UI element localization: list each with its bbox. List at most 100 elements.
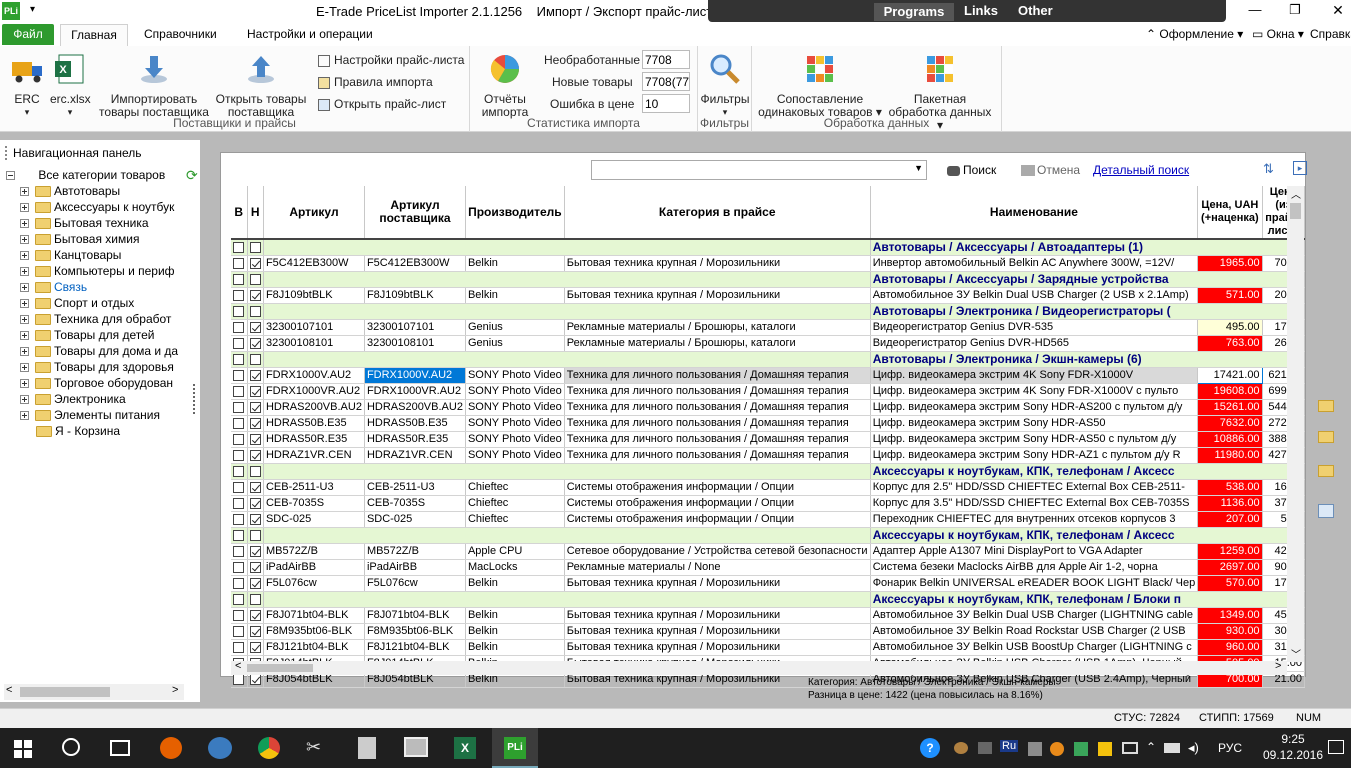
row-check-v[interactable] — [231, 255, 248, 272]
tray-orange-icon[interactable] — [1050, 742, 1064, 756]
expand-icon[interactable] — [20, 203, 29, 213]
cell-manufacturer[interactable]: SONY Photo Video — [465, 415, 565, 432]
cell-category[interactable]: Системы отображения информации / Опции — [564, 479, 871, 496]
overlay-tab-programs[interactable]: Programs — [874, 3, 954, 21]
cell-name[interactable]: Цифр. видеокамера экстрим Sony HDR-AS50 — [870, 415, 1199, 432]
pricelist-settings-button[interactable]: Настройки прайс-листа — [318, 53, 464, 67]
col-header-n[interactable]: Н — [247, 186, 264, 240]
cell-manufacturer[interactable]: SONY Photo Video — [465, 431, 565, 448]
checkbox[interactable] — [249, 593, 261, 605]
filters-button[interactable]: Фильтры ▾ — [700, 52, 750, 119]
checkbox[interactable] — [233, 385, 245, 397]
cell-article[interactable]: F5L076cw — [263, 575, 365, 592]
language-indicator[interactable]: РУС — [1218, 741, 1242, 755]
cell-article[interactable]: HDRAS50R.E35 — [263, 431, 365, 448]
quick-access-menu-icon[interactable]: ▾ — [30, 4, 40, 16]
tray-volume-icon[interactable]: ◂) — [1188, 740, 1199, 756]
table-row[interactable]: CEB-7035S CEB-7035S Chieftec Системы отобра… — [231, 495, 1306, 512]
search-taskbar-icon[interactable] — [62, 738, 80, 756]
cell-category[interactable]: Бытовая техника крупная / Морозильники — [564, 575, 871, 592]
cell-price[interactable]: 1136.00 — [1197, 495, 1263, 512]
expand-icon[interactable] — [20, 363, 29, 373]
cell-supplier-article[interactable]: 32300107101 — [364, 319, 466, 336]
cell-price[interactable]: 930.00 — [1197, 623, 1263, 640]
checkbox[interactable] — [233, 241, 245, 253]
cell-name[interactable]: Цифр. видеокамера экстрим 4K Sony FDR-X1… — [870, 367, 1199, 384]
row-check-v[interactable] — [231, 415, 248, 432]
table-row[interactable]: FDRX1000VR.AU2 FDRX1000VR.AU2 SONY Photo V… — [231, 383, 1306, 400]
cell-price[interactable]: 10886.00 — [1197, 431, 1263, 448]
expand-icon[interactable] — [20, 299, 29, 309]
tree-item[interactable]: Аксессуары к ноутбук — [6, 200, 174, 216]
tray-drive-icon[interactable] — [1098, 742, 1112, 756]
tree-item[interactable]: Бытовая техника — [6, 216, 149, 232]
checkbox[interactable] — [249, 497, 261, 509]
row-check-v[interactable] — [231, 319, 248, 336]
folder-edit-icon[interactable] — [1318, 465, 1334, 477]
cell-manufacturer[interactable]: Chieftec — [465, 511, 565, 528]
checkbox[interactable] — [233, 513, 245, 525]
open-supplier-goods-button[interactable]: Открыть товары поставщика — [214, 52, 308, 119]
category-row[interactable]: Автотовары / Электроника / Видеорегистра… — [231, 303, 1306, 320]
row-check-n[interactable] — [247, 527, 264, 544]
cell-supplier-article[interactable]: HDRAZ1VR.CEN — [364, 447, 466, 464]
cell-name[interactable]: Переходник CHIEFTEC для внутренних отсек… — [870, 511, 1199, 528]
checkbox[interactable] — [233, 321, 245, 333]
cell-category[interactable]: Рекламные материалы / Брошюры, каталоги — [564, 335, 871, 352]
cell-article[interactable]: F8J109btBLK — [263, 287, 365, 304]
checkbox[interactable] — [233, 577, 245, 589]
cell-article[interactable]: F8M935bt06-BLK — [263, 623, 365, 640]
row-check-n[interactable] — [247, 543, 264, 560]
row-check-v[interactable] — [231, 511, 248, 528]
grid-hscrollbar[interactable]: < > — [231, 660, 1287, 675]
close-button[interactable]: ✕ — [1328, 2, 1348, 19]
category-row[interactable]: Аксессуары к ноутбукам, КПК, телефонам /… — [231, 527, 1306, 544]
checkbox[interactable] — [249, 561, 261, 573]
cell-category[interactable]: Бытовая техника крупная / Морозильники — [564, 287, 871, 304]
tab-file[interactable]: Файл — [2, 24, 54, 45]
clock-date[interactable]: 09.12.2016 — [1258, 748, 1328, 762]
export-grid-icon[interactable]: ▸ — [1293, 161, 1307, 175]
row-check-n[interactable] — [247, 319, 264, 336]
table-row[interactable]: F8J121bt04-BLK F8J121bt04-BLK Belkin Бытова… — [231, 639, 1306, 656]
tray-network-icon[interactable] — [1122, 742, 1138, 754]
expand-icon[interactable] — [20, 219, 29, 229]
open-pricelist-button[interactable]: Открыть прайс-лист — [318, 97, 446, 111]
category-row[interactable]: Автотовары / Аксессуары / Автоадаптеры (… — [231, 239, 1306, 256]
col-header-price[interactable]: Цена, UAH (+наценка) — [1197, 186, 1263, 240]
checkbox[interactable] — [233, 369, 245, 381]
table-row[interactable]: SDC-025 SDC-025 Chieftec Системы отображени… — [231, 511, 1306, 528]
col-header-article[interactable]: Артикул — [263, 186, 365, 240]
cell-name[interactable]: Автомобильное ЗУ Belkin Dual USB Charger… — [870, 607, 1199, 624]
tree-item[interactable]: Торговое оборудован — [6, 376, 173, 392]
row-check-n[interactable] — [247, 495, 264, 512]
refresh-icon[interactable]: ⟳ — [186, 168, 200, 182]
clock-time[interactable]: 9:25 — [1268, 732, 1318, 746]
row-check-v[interactable] — [231, 543, 248, 560]
cell-price[interactable]: 960.00 — [1197, 639, 1263, 656]
import-reports-button[interactable]: Отчёты импорта — [474, 52, 536, 119]
cell-category[interactable]: Техника для личного пользования / Домашн… — [564, 399, 871, 416]
checkbox[interactable] — [249, 545, 261, 557]
checkbox[interactable] — [249, 401, 261, 413]
cell-article[interactable]: CEB-7035S — [263, 495, 365, 512]
checkbox[interactable] — [233, 545, 245, 557]
cell-price[interactable]: 11980.00 — [1197, 447, 1263, 464]
tree-item[interactable]: Элементы питания — [6, 408, 160, 424]
checkbox[interactable] — [249, 641, 261, 653]
cell-price[interactable]: 570.00 — [1197, 575, 1263, 592]
cell-supplier-article[interactable]: HDRAS200VB.AU2 — [364, 399, 466, 416]
cell-category[interactable]: Бытовая техника крупная / Морозильники — [564, 607, 871, 624]
tab-settings[interactable]: Настройки и операции — [247, 27, 373, 41]
row-check-v[interactable] — [231, 239, 248, 256]
row-check-n[interactable] — [247, 335, 264, 352]
grid-vscrollbar[interactable]: ︿ ﹀ — [1287, 186, 1304, 662]
col-header-manufacturer[interactable]: Производитель — [465, 186, 565, 240]
cell-manufacturer[interactable]: SONY Photo Video — [465, 447, 565, 464]
row-check-v[interactable] — [231, 623, 248, 640]
cell-manufacturer[interactable]: Chieftec — [465, 479, 565, 496]
table-row[interactable]: 32300107101 32300107101 Genius Рекламные ма… — [231, 319, 1306, 336]
cell-name[interactable]: Инвертор автомобильный Belkin AC Anywher… — [870, 255, 1199, 272]
row-check-v[interactable] — [231, 559, 248, 576]
cell-name[interactable]: Цифр. видеокамера экстрим Sony HDR-AS50 … — [870, 431, 1199, 448]
